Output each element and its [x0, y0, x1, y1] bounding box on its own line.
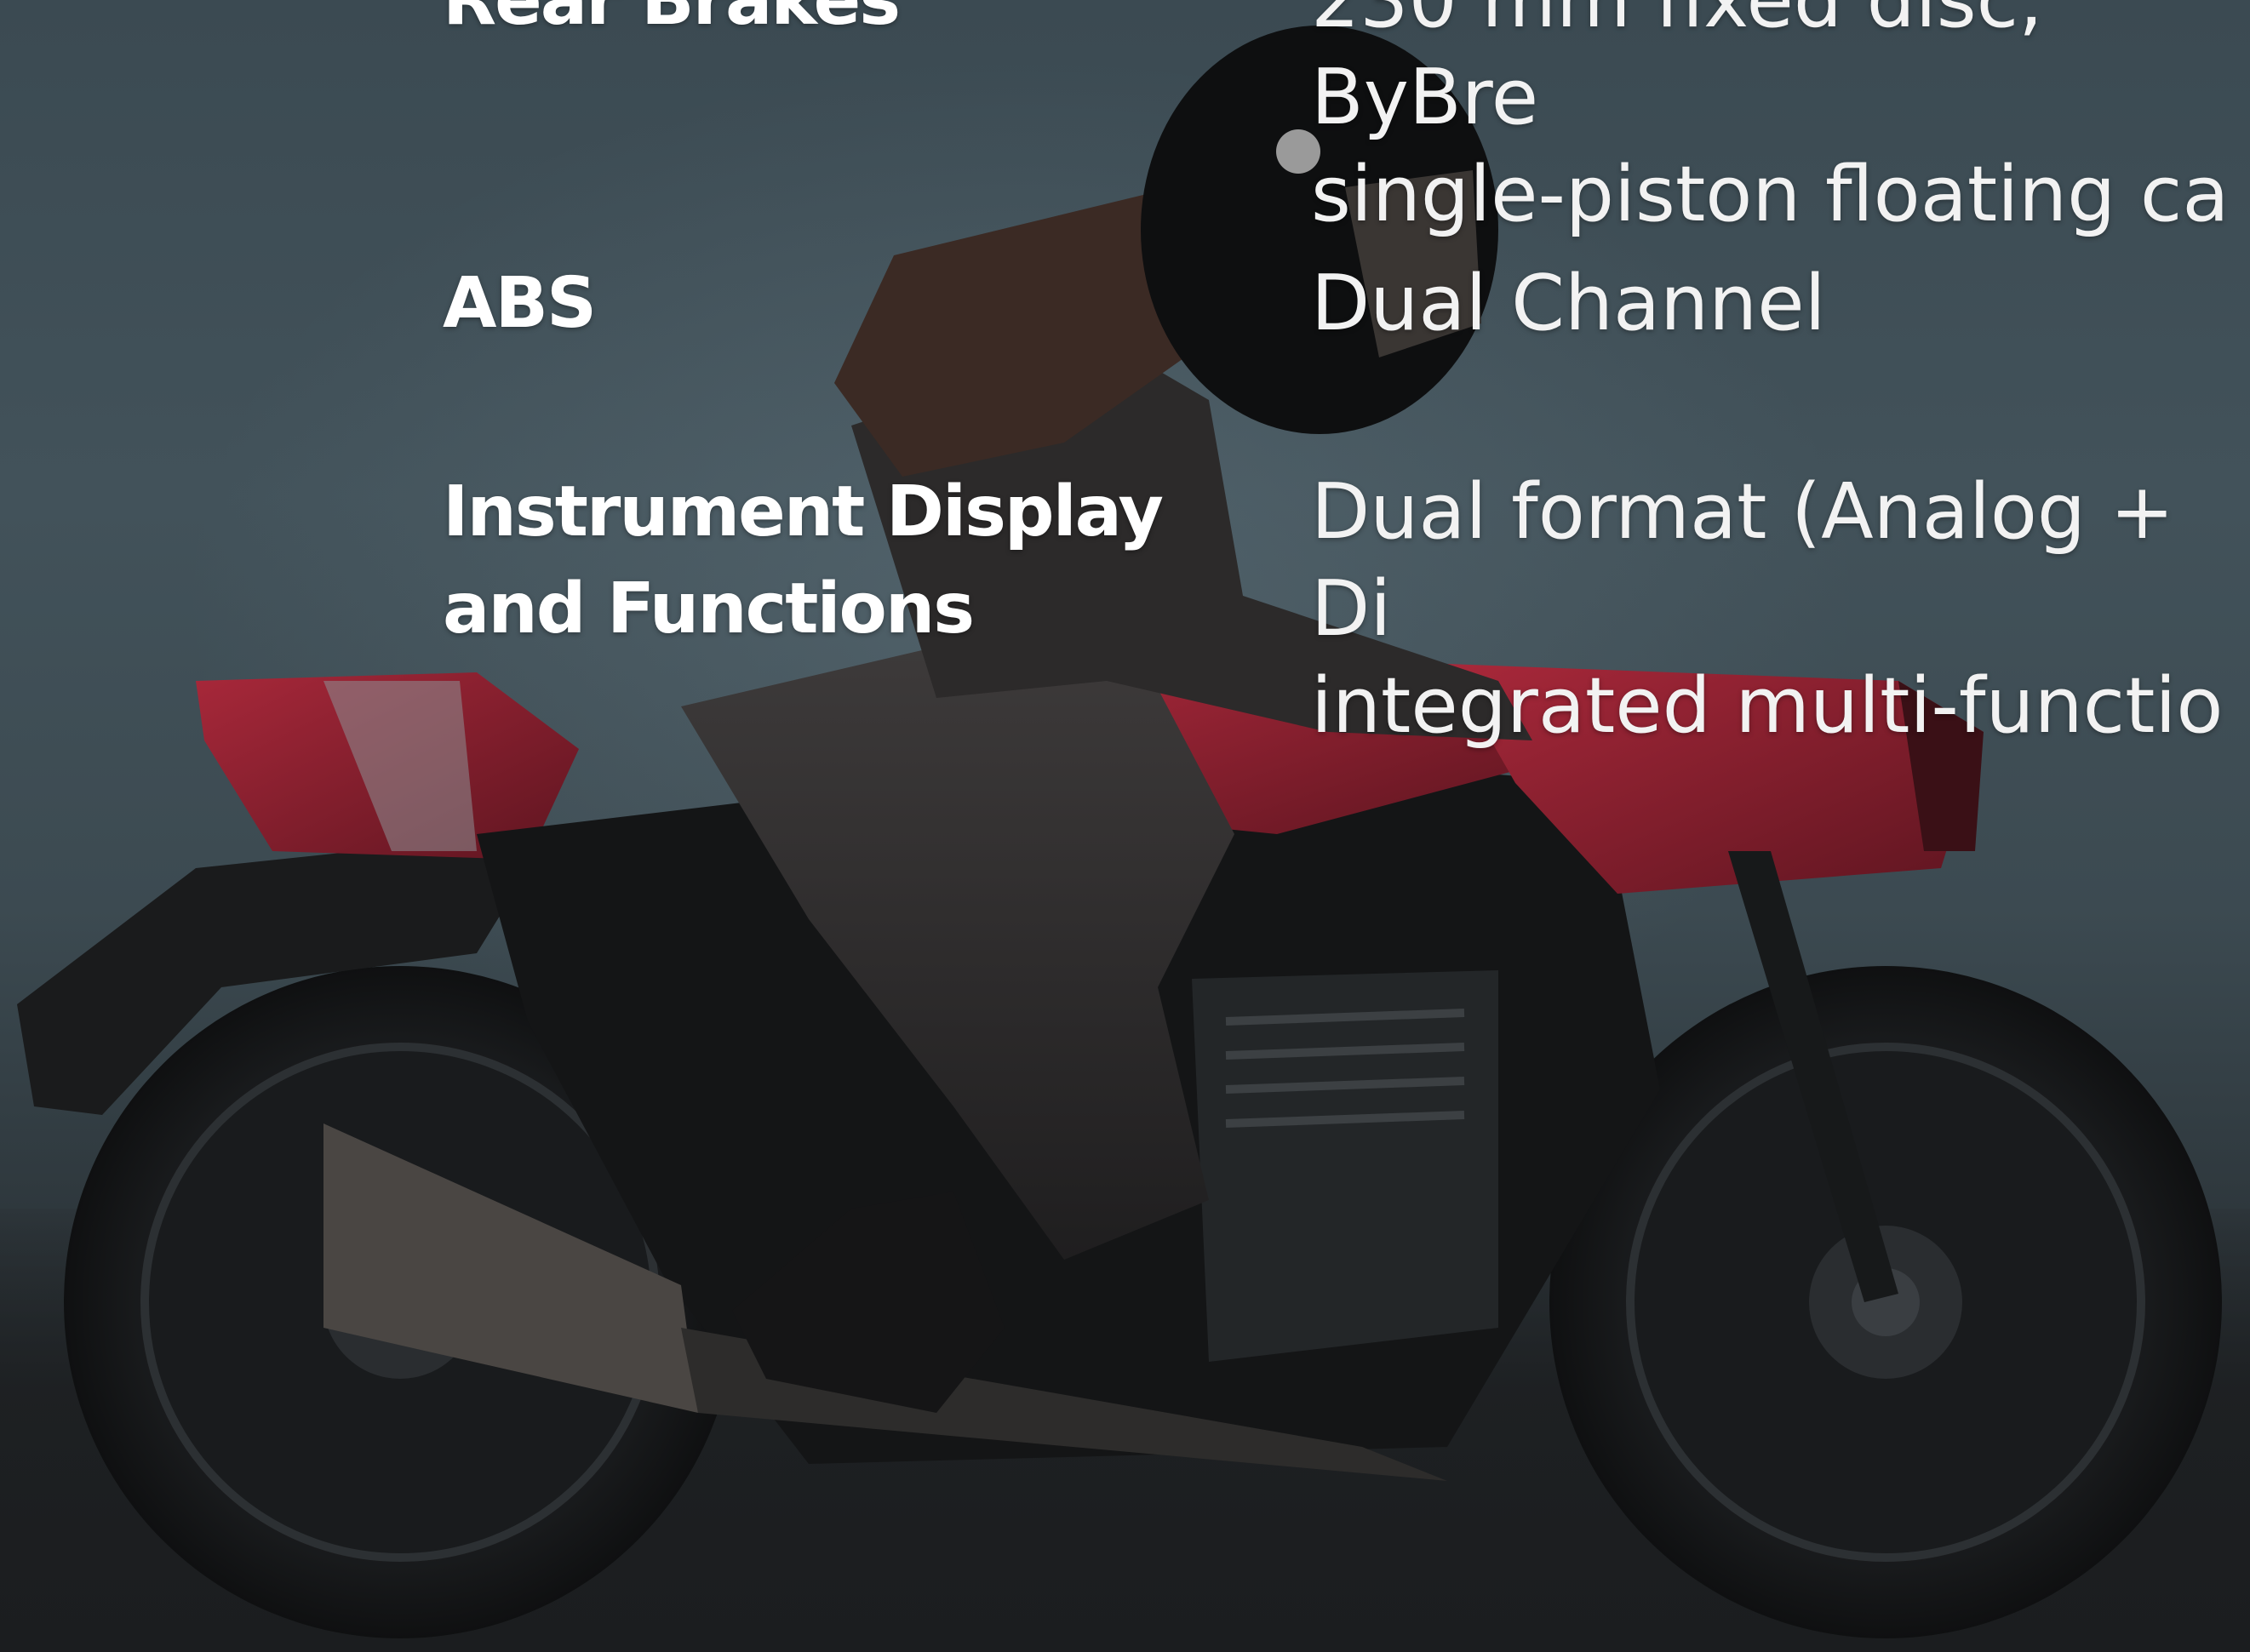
spec-value: 230 mm fixed disc, ByBre single-piston f… — [1311, 0, 2230, 239]
spec-value: Dual format (Analog + Di integrated mult… — [1311, 467, 2224, 751]
spec-label: ABS — [443, 263, 597, 344]
motorcycle-rider-photo — [17, 26, 2222, 1638]
spec-value: Dual Channel — [1311, 259, 1826, 348]
spec-page: Rear Brakes 230 mm fixed disc, ByBre sin… — [0, 0, 2250, 1652]
spec-label: Rear Brakes — [443, 0, 901, 41]
spec-label: Instrument Display and Functions — [443, 472, 1164, 649]
